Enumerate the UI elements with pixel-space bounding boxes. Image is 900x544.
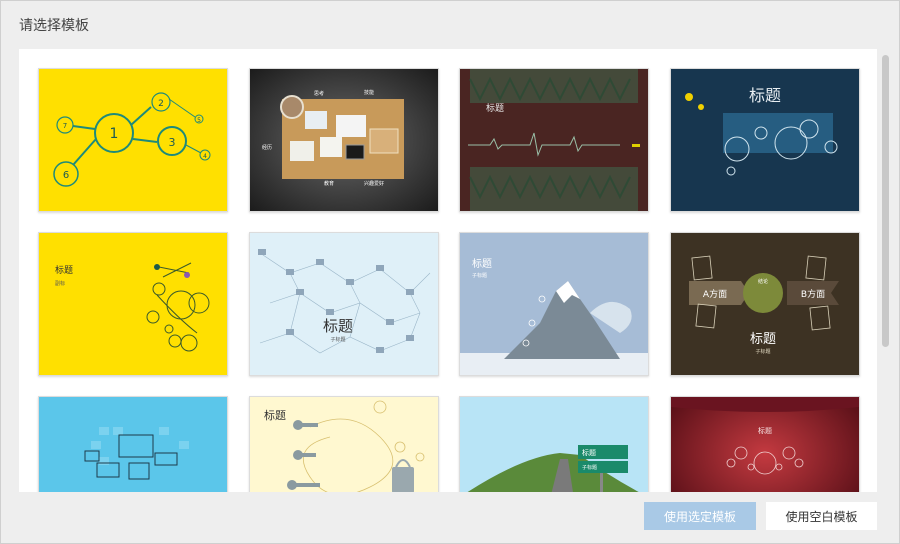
- svg-text:4: 4: [203, 153, 207, 160]
- template-thumbnail: 标题 子标题: [460, 233, 648, 375]
- svg-text:7: 7: [63, 122, 67, 130]
- template-thumbnail: 标题: [460, 69, 648, 211]
- svg-text:子标题: 子标题: [582, 464, 597, 471]
- svg-text:1: 1: [110, 126, 119, 142]
- template-thumbnail: 标题 副标: [39, 233, 227, 375]
- template-card-mountain[interactable]: 标题 子标题: [459, 232, 649, 376]
- svg-text:技能: 技能: [364, 89, 374, 96]
- svg-text:经历: 经历: [262, 144, 272, 151]
- template-grid-panel[interactable]: 1 2 3 4 5 6 7 思考 技能 经历 教育 兴趣爱好 标题 标题 标题 …: [19, 49, 877, 492]
- template-thumbnail: 标题: [671, 69, 859, 211]
- svg-text:标题: 标题: [758, 426, 772, 435]
- template-card-heartbeat[interactable]: 标题: [459, 68, 649, 212]
- use-blank-template-button[interactable]: 使用空白模板: [766, 502, 877, 530]
- template-dialog: 请选择模板 1 2 3 4 5 6 7 思考 技能 经历 教育 兴趣爱好 标题 …: [0, 0, 900, 544]
- svg-text:2: 2: [158, 99, 164, 109]
- svg-text:标题: 标题: [264, 408, 286, 422]
- template-card-road-sign[interactable]: 标题 子标题: [459, 396, 649, 492]
- svg-text:5: 5: [197, 117, 201, 124]
- template-card-olive-compare[interactable]: A方面 B方面 结论 标题 子标题: [670, 232, 860, 376]
- template-card-corkboard[interactable]: 思考 技能 经历 教育 兴趣爱好: [249, 68, 439, 212]
- template-thumbnail: 标题 子标题: [250, 233, 438, 375]
- svg-text:教育: 教育: [324, 180, 334, 187]
- use-selected-template-button[interactable]: 使用选定模板: [644, 502, 756, 530]
- template-card-yellow-numbers[interactable]: 1 2 3 4 5 6 7: [38, 68, 228, 212]
- svg-text:标题: 标题: [749, 86, 781, 105]
- template-card-navy-bubbles[interactable]: 标题: [670, 68, 860, 212]
- svg-text:B方面: B方面: [801, 288, 825, 300]
- vertical-scrollbar[interactable]: [881, 53, 891, 491]
- template-thumbnail: 标题 子标题: [460, 397, 648, 492]
- svg-text:标题: 标题: [323, 317, 353, 335]
- svg-text:副标: 副标: [55, 280, 65, 287]
- template-thumbnail: 标题: [671, 397, 859, 492]
- template-card-light-network[interactable]: 标题 子标题: [249, 232, 439, 376]
- svg-text:A方面: A方面: [703, 288, 727, 300]
- template-card-blue-devices[interactable]: [38, 396, 228, 492]
- template-thumbnail: [39, 397, 227, 492]
- svg-text:兴趣爱好: 兴趣爱好: [364, 180, 384, 187]
- scrollbar-thumb[interactable]: [882, 55, 889, 347]
- svg-text:3: 3: [169, 136, 176, 149]
- svg-text:结论: 结论: [758, 278, 768, 285]
- template-card-yellow-vines[interactable]: 标题 副标: [38, 232, 228, 376]
- template-thumbnail: 标题: [250, 397, 438, 492]
- template-card-keys[interactable]: 标题: [249, 396, 439, 492]
- svg-text:标题: 标题: [486, 102, 504, 114]
- svg-text:子标题: 子标题: [755, 348, 770, 355]
- svg-text:子标题: 子标题: [330, 336, 345, 343]
- template-thumbnail: A方面 B方面 结论 标题 子标题: [671, 233, 859, 375]
- svg-text:标题: 标题: [472, 258, 492, 270]
- dialog-title: 请选择模板: [19, 18, 89, 34]
- template-card-red-curtain[interactable]: 标题: [670, 396, 860, 492]
- svg-text:6: 6: [63, 170, 69, 181]
- template-thumbnail: 1 2 3 4 5 6 7: [39, 69, 227, 211]
- template-thumbnail: 思考 技能 经历 教育 兴趣爱好: [250, 69, 438, 211]
- svg-text:标题: 标题: [55, 264, 73, 276]
- svg-text:子标题: 子标题: [472, 272, 487, 279]
- svg-text:思考: 思考: [314, 91, 324, 97]
- svg-text:标题: 标题: [582, 448, 596, 457]
- svg-text:标题: 标题: [750, 332, 776, 347]
